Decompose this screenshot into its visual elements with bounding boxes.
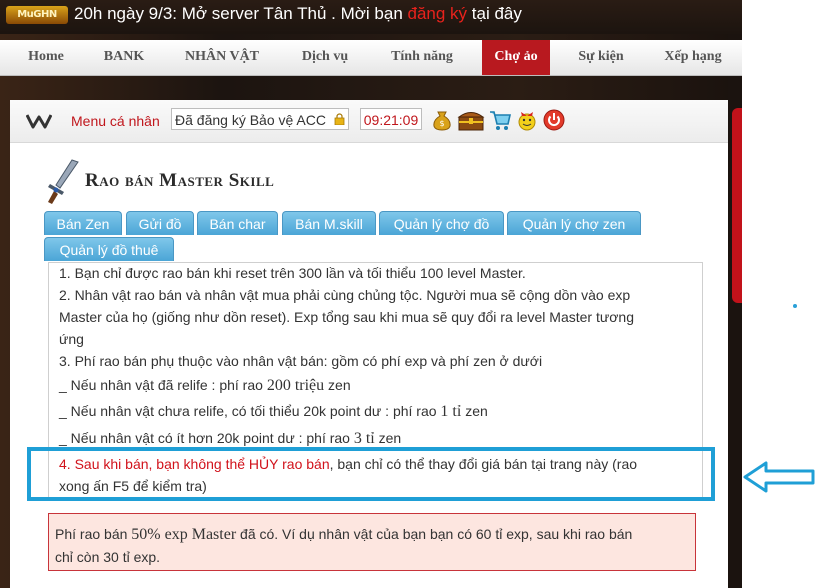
status-text: Đã đăng ký Bảo vệ ACC	[175, 112, 326, 128]
power-icon[interactable]	[542, 108, 566, 132]
w-logo-icon[interactable]	[26, 112, 52, 130]
tab-manage-item-market[interactable]: Quản lý chợ đồ	[379, 211, 504, 235]
arrow-left-icon	[743, 461, 815, 493]
nav-characters[interactable]: NHÂN VẬT	[168, 40, 276, 75]
svg-text:$: $	[439, 119, 444, 128]
fee-low-points: _ Nếu nhân vật có ít hơn 20k point dư : …	[59, 430, 401, 448]
lock-icon	[334, 113, 345, 125]
announcement-prefix: 20h ngày 9/3: Mở server Tân Thủ . Mời bạ…	[74, 4, 408, 23]
register-link[interactable]: đăng ký	[408, 4, 468, 23]
nav-virtual-market[interactable]: Chợ ảo	[482, 40, 550, 75]
fee-relife-unit: zen	[324, 377, 351, 393]
rule-1: 1. Bạn chỉ được rao bán khi reset trên 3…	[59, 265, 526, 281]
nav-rankings[interactable]: Xếp hạng	[650, 40, 736, 75]
rule-2-line-2: Master của họ (giống như dồn reset). Exp…	[59, 309, 634, 325]
nav-features[interactable]: Tính năng	[374, 40, 470, 75]
tab-sell-character[interactable]: Bán char	[197, 211, 278, 235]
personal-menu-link[interactable]: Menu cá nhân	[71, 113, 160, 129]
tab-manage-zen-market[interactable]: Quản lý chợ zen	[507, 211, 641, 235]
nav-bank[interactable]: BANK	[86, 40, 162, 75]
page-title: Rao bán Master Skill	[85, 170, 275, 191]
right-margin	[742, 0, 819, 588]
rule-3: 3. Phí rao bán phụ thuộc vào nhân vật bá…	[59, 353, 543, 369]
announcement-bar: MuGHN 20h ngày 9/3: Mở server Tân Thủ . …	[0, 0, 742, 34]
fee-notice: Phí rao bán 50% exp Master đã có. Ví dụ …	[48, 513, 696, 571]
fee-no-relife-label: _ Nếu nhân vật chưa relife, có tối thiểu…	[59, 403, 441, 419]
user-toolbar: Menu cá nhân Đã đăng ký Bảo vệ ACC 09:21…	[10, 100, 728, 143]
fee-no-relife: _ Nếu nhân vật chưa relife, có tối thiểu…	[59, 403, 488, 421]
notice-line-1: Phí rao bán 50% exp Master đã có. Ví dụ …	[55, 523, 689, 546]
account-protection-status: Đã đăng ký Bảo vệ ACC	[171, 108, 349, 130]
sword-icon	[48, 159, 79, 204]
highlight-box	[27, 447, 715, 501]
fee-low-points-label: _ Nếu nhân vật có ít hơn 20k point dư : …	[59, 430, 354, 446]
side-tab[interactable]	[732, 108, 742, 303]
tab-sell-zen[interactable]: Bán Zen	[44, 211, 122, 235]
notice-prefix: Phí rao bán	[55, 526, 132, 542]
main-nav: Home BANK NHÂN VẬT Dịch vụ Tính năng Chợ…	[0, 40, 742, 76]
notice-amount: 50% exp Master	[131, 526, 237, 543]
nav-events[interactable]: Sự kiện	[560, 40, 642, 75]
fee-low-points-amount: 3 tỉ	[353, 430, 375, 447]
announcement-text: 20h ngày 9/3: Mở server Tân Thủ . Mời bạ…	[74, 3, 522, 25]
gift-icon[interactable]	[515, 108, 539, 132]
page: MuGHN 20h ngày 9/3: Mở server Tân Thủ . …	[0, 0, 819, 588]
server-clock: 09:21:09	[360, 108, 422, 130]
site-logo[interactable]: MuGHN	[6, 6, 68, 24]
rule-2-line-3: ứng	[59, 331, 84, 347]
tab-sell-master-skill[interactable]: Bán M.skill	[282, 211, 376, 235]
money-bag-icon[interactable]: $	[430, 108, 454, 132]
notice-rest: đã có. Ví dụ nhân vật của bạn bạn có 60 …	[236, 526, 633, 542]
announcement-suffix: tại đây	[467, 4, 522, 23]
treasure-chest-icon[interactable]	[457, 108, 485, 132]
fee-no-relife-amount: 1 tỉ	[440, 403, 462, 420]
fee-no-relife-unit: zen	[461, 403, 488, 419]
nav-services[interactable]: Dịch vụ	[284, 40, 366, 75]
fee-relife-amount: 200 triệu	[266, 377, 325, 394]
tab-manage-rented-items[interactable]: Quản lý đồ thuê	[44, 237, 174, 261]
fee-relife: _ Nếu nhân vật đã relife : phí rao 200 t…	[59, 377, 351, 395]
fee-relife-label: _ Nếu nhân vật đã relife : phí rao	[59, 377, 267, 393]
dot	[793, 304, 797, 308]
shopping-cart-icon[interactable]	[488, 108, 512, 132]
nav-home[interactable]: Home	[12, 40, 80, 75]
notice-line-2: chỉ còn 30 tỉ exp.	[55, 549, 161, 565]
rule-2-line-1: 2. Nhân vật rao bán và nhân vật mua phải…	[59, 287, 631, 303]
tab-deposit-items[interactable]: Gửi đồ	[126, 211, 194, 235]
fee-low-points-unit: zen	[374, 430, 402, 446]
